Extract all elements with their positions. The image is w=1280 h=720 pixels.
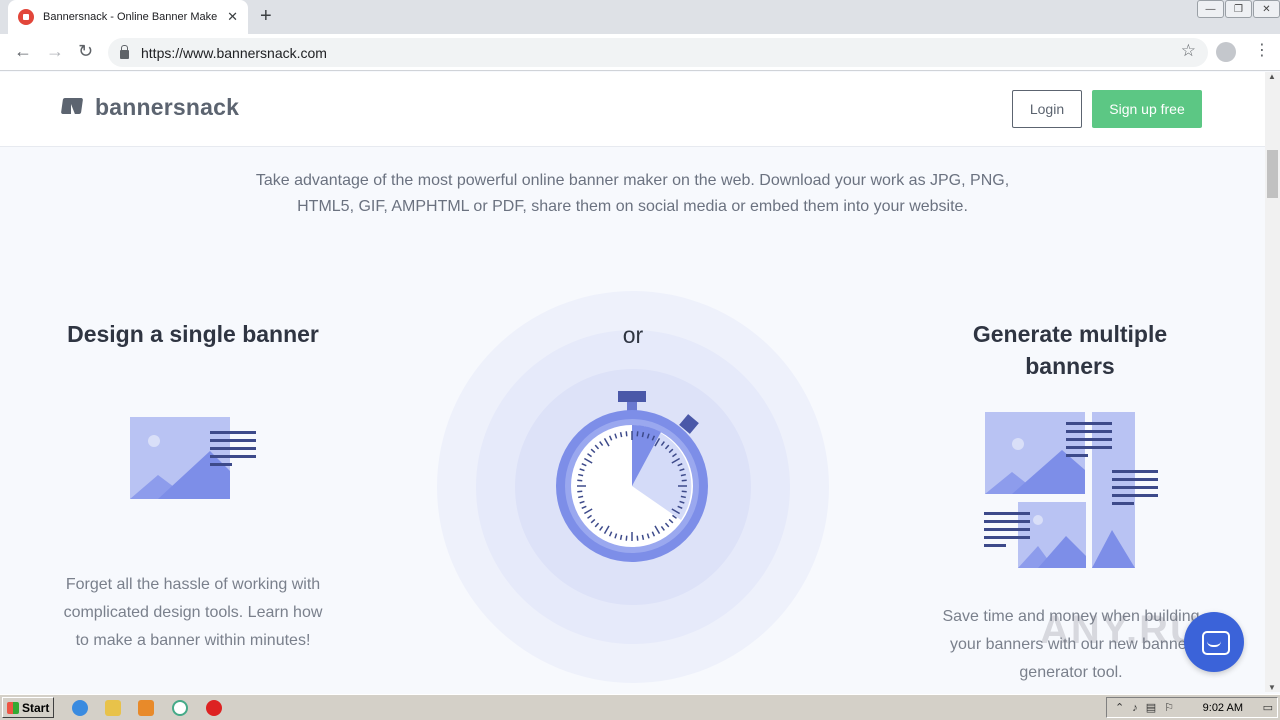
- volume-icon[interactable]: ♪: [1132, 702, 1138, 714]
- bannersnack-logo[interactable]: bannersnack: [60, 94, 240, 122]
- stopwatch-tick: [681, 479, 687, 482]
- start-button[interactable]: Start: [2, 697, 54, 718]
- multiple-banners-title: Generate multiple banners: [972, 321, 1168, 379]
- site-header: bannersnack Login Sign up free: [0, 72, 1265, 147]
- system-tray: ⌃ ♪ ▤ ⚐ 9:02 AM ▭: [1106, 697, 1278, 718]
- stopwatch-tick: [578, 473, 584, 477]
- scroll-up-arrow-icon[interactable]: ▲: [1268, 72, 1276, 81]
- bookmark-star-icon[interactable]: ☆: [1181, 41, 1196, 61]
- stopwatch-tick: [578, 495, 584, 499]
- stopwatch-tick: [681, 490, 687, 493]
- folder-icon[interactable]: [105, 700, 121, 716]
- taskbar-clock[interactable]: 9:02 AM: [1203, 702, 1243, 714]
- stopwatch-tick: [636, 535, 639, 541]
- new-tab-button[interactable]: +: [260, 5, 272, 28]
- show-desktop-icon[interactable]: ▭: [1263, 701, 1273, 714]
- forward-button[interactable]: →: [46, 41, 64, 62]
- tab-title: Bannersnack - Online Banner Maker,: [43, 11, 218, 23]
- single-banner-illustration-icon: [130, 417, 256, 499]
- stopwatch-tick: [680, 495, 686, 499]
- lock-icon: [120, 44, 129, 59]
- reload-button[interactable]: ↻: [78, 41, 93, 62]
- tray-expand-icon[interactable]: ⌃: [1115, 701, 1124, 714]
- stopwatch-tick: [641, 534, 645, 540]
- logo-text: bannersnack: [95, 94, 240, 120]
- window-controls: — ❐ ✕: [1196, 0, 1280, 18]
- tab-close-icon[interactable]: ✕: [227, 9, 238, 25]
- signup-button[interactable]: Sign up free: [1092, 90, 1202, 128]
- logo-cursor-icon: [60, 96, 86, 122]
- windows-flag-icon: [7, 701, 19, 714]
- profile-avatar-icon[interactable]: [1216, 42, 1236, 62]
- close-window-button[interactable]: ✕: [1253, 0, 1280, 18]
- start-label: Start: [22, 700, 50, 715]
- browser-menu-icon[interactable]: ⋮: [1254, 40, 1270, 60]
- scroll-down-arrow-icon[interactable]: ▼: [1268, 683, 1276, 692]
- chrome-icon[interactable]: [172, 700, 188, 716]
- bannersnack-favicon-icon: [18, 9, 34, 25]
- restore-button[interactable]: ❐: [1225, 0, 1252, 18]
- stopwatch-tick: [619, 534, 623, 540]
- chat-widget-button[interactable]: [1184, 612, 1244, 672]
- stopwatch-tick: [577, 490, 583, 493]
- multiple-banners-illustration-icon: [984, 412, 1158, 568]
- login-button[interactable]: Login: [1012, 90, 1082, 128]
- internet-explorer-icon[interactable]: [72, 700, 88, 716]
- stopwatch-tick: [619, 432, 623, 438]
- page-viewport: bannersnack Login Sign up free Take adva…: [0, 72, 1265, 692]
- stopwatch-icon: [556, 391, 708, 562]
- browser-toolbar: ← → ↻ https://www.bannersnack.com ☆ ⋮: [0, 34, 1280, 71]
- intro-text: Take advantage of the most powerful onli…: [255, 172, 1010, 215]
- stopwatch-tick: [641, 432, 645, 438]
- single-banner-text: Forget all the hassle of working with co…: [63, 576, 323, 649]
- url-text[interactable]: https://www.bannersnack.com: [141, 45, 327, 61]
- page-scrollbar[interactable]: ▲ ▼: [1265, 72, 1280, 692]
- stopwatch-tick: [577, 479, 583, 482]
- or-label: or: [622, 322, 644, 348]
- back-button[interactable]: ←: [14, 41, 32, 62]
- browser-tab[interactable]: Bannersnack - Online Banner Maker, ✕: [8, 0, 248, 34]
- stopwatch-tick: [625, 535, 628, 541]
- address-bar[interactable]: https://www.bannersnack.com ☆: [108, 38, 1208, 67]
- action-center-flag-icon[interactable]: ⚐: [1164, 701, 1174, 714]
- minimize-button[interactable]: —: [1197, 0, 1224, 18]
- stopwatch-tick: [680, 473, 686, 477]
- stopwatch-tick: [625, 431, 628, 437]
- media-player-icon[interactable]: [138, 700, 154, 716]
- network-icon[interactable]: ▤: [1146, 701, 1156, 714]
- windows-taskbar: Start ⌃ ♪ ▤ ⚐ 9:02 AM ▭: [0, 694, 1280, 720]
- single-banner-title: Design a single banner: [67, 321, 319, 347]
- stopwatch-tick: [636, 431, 639, 437]
- stop-icon[interactable]: [206, 700, 222, 716]
- browser-tab-bar: Bannersnack - Online Banner Maker, ✕ + —…: [0, 0, 1280, 34]
- scroll-thumb[interactable]: [1267, 150, 1278, 198]
